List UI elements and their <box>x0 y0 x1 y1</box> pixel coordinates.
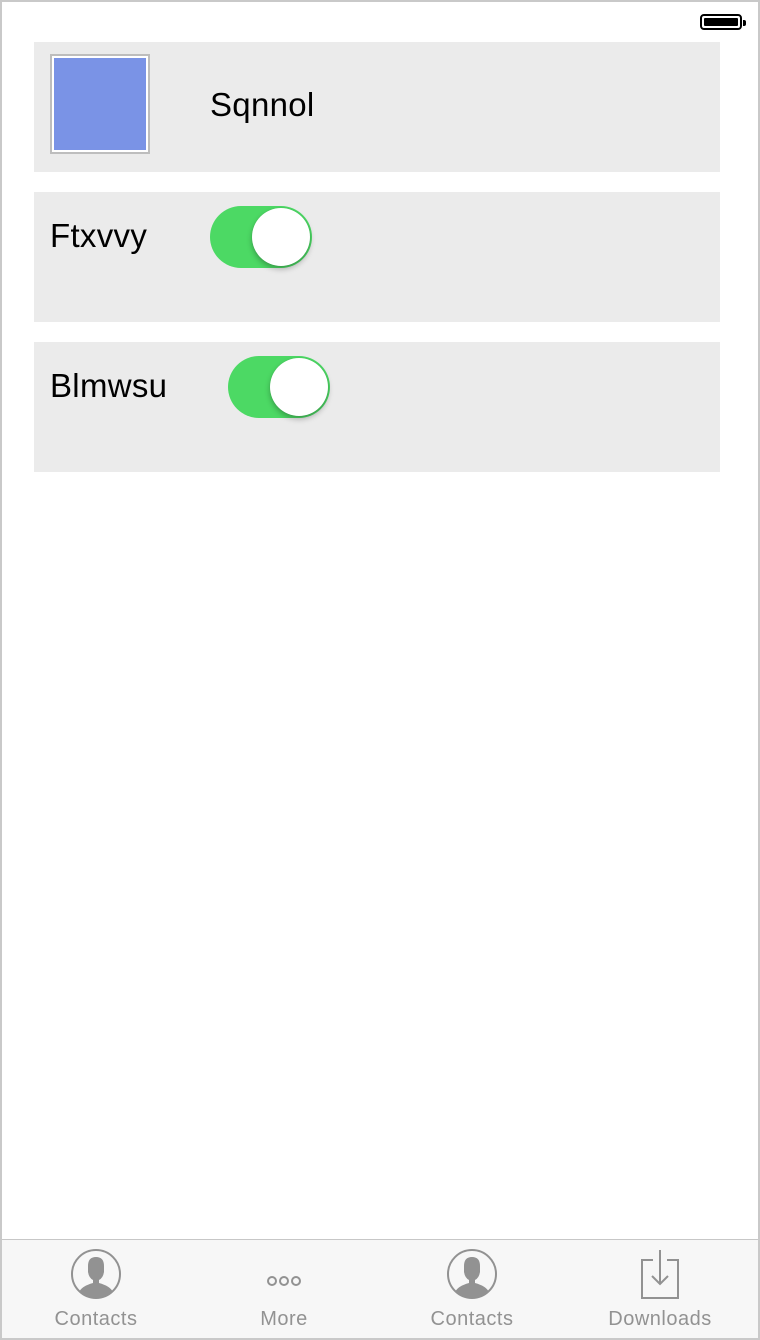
contacts-icon <box>447 1249 497 1299</box>
app-screen: Sqnnol Ftxvvy Blmwsu Contacts More Conta… <box>0 0 760 1340</box>
more-icon <box>267 1276 301 1286</box>
tab-contacts[interactable]: Contacts <box>2 1240 190 1338</box>
toggle-knob <box>270 358 328 416</box>
tab-downloads[interactable]: Downloads <box>566 1240 754 1338</box>
tab-bar: Contacts More Contacts Downloads <box>2 1239 758 1338</box>
battery-full-icon <box>700 14 746 30</box>
status-bar <box>2 2 758 42</box>
list-item-label: Blmwsu <box>50 367 168 404</box>
toggle-switch[interactable] <box>210 206 312 268</box>
toggle-knob <box>252 208 310 266</box>
thumbnail-image[interactable] <box>50 54 150 154</box>
tab-more[interactable]: More <box>190 1240 378 1338</box>
tab-label: Contacts <box>54 1308 138 1330</box>
thumbnail-swatch <box>54 58 146 150</box>
tab-label: More <box>260 1308 308 1330</box>
toggle-switch[interactable] <box>228 356 330 418</box>
list-item-toggle-row: Blmwsu <box>34 342 720 472</box>
list-item-label: Ftxvvy <box>50 217 148 254</box>
downloads-icon <box>641 1250 679 1299</box>
tab-label: Contacts <box>430 1308 514 1330</box>
list-item-image-row[interactable]: Sqnnol <box>34 42 720 172</box>
list-item-toggle-row: Ftxvvy <box>34 192 720 322</box>
list-item-label: Sqnnol <box>210 86 315 123</box>
tab-contacts[interactable]: Contacts <box>378 1240 566 1338</box>
contacts-icon <box>71 1249 121 1299</box>
tab-label: Downloads <box>608 1308 712 1330</box>
